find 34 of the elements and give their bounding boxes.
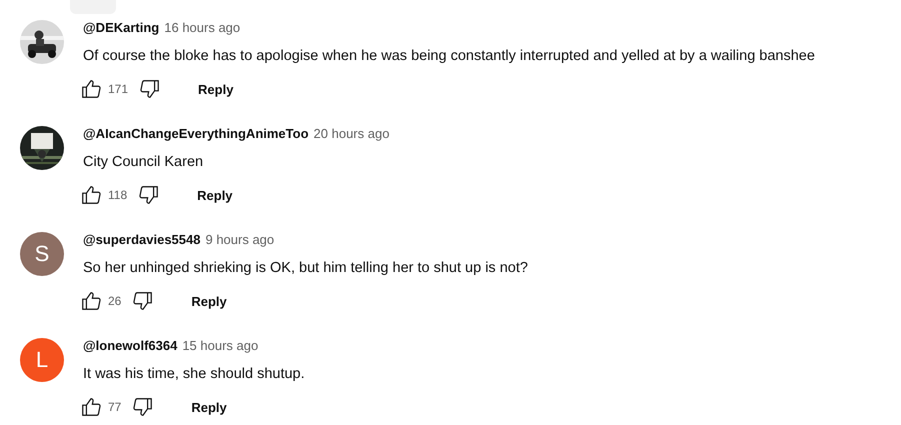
thumbs-up-icon xyxy=(80,290,102,312)
like-count: 26 xyxy=(108,294,122,308)
comment-text: It was his time, she should shutup. xyxy=(83,365,305,384)
comment-time[interactable]: 20 hours ago xyxy=(314,126,390,141)
comment-time[interactable]: 9 hours ago xyxy=(205,232,274,247)
like-count: 118 xyxy=(108,188,128,202)
comment-text: City Council Karen xyxy=(83,153,204,172)
avatar: L xyxy=(20,338,64,382)
thumbs-up-icon xyxy=(80,184,102,206)
author-name[interactable]: @AIcanChangeEverythingAnimeToo xyxy=(83,126,309,141)
like-button[interactable] xyxy=(79,183,103,207)
comment-time[interactable]: 16 hours ago xyxy=(164,20,240,35)
reply-button[interactable]: Reply xyxy=(185,180,245,210)
avatar: S xyxy=(20,232,64,276)
like-count: 171 xyxy=(108,82,128,96)
thumbs-up-icon xyxy=(80,78,102,100)
author-name[interactable]: @DEKarting xyxy=(83,20,160,35)
author-name[interactable]: @superdavies5548 xyxy=(83,232,200,247)
author-name[interactable]: @lonewolf6364 xyxy=(83,338,178,353)
thumbs-down-icon xyxy=(139,78,162,100)
thumbs-up-icon xyxy=(80,396,102,418)
reply-button[interactable]: Reply xyxy=(179,392,239,422)
thumbs-down-icon xyxy=(132,396,154,418)
like-button[interactable] xyxy=(79,395,103,419)
comment-text: So her unhinged shrieking is OK, but him telling her to shut up is not? xyxy=(83,259,528,278)
comment-time[interactable]: 15 hours ago xyxy=(182,338,258,353)
reply-button[interactable]: Reply xyxy=(179,286,239,316)
thumbs-down-icon xyxy=(132,290,154,312)
comment-text: Of course the bloke has to apologise when he was being constantly interrupted and yelled at by a wailing banshee xyxy=(83,47,815,66)
like-button[interactable] xyxy=(79,77,103,101)
like-button[interactable] xyxy=(79,289,103,313)
thumbs-down-icon xyxy=(138,184,160,206)
like-count: 77 xyxy=(108,400,122,414)
reply-button[interactable]: Reply xyxy=(186,74,246,104)
